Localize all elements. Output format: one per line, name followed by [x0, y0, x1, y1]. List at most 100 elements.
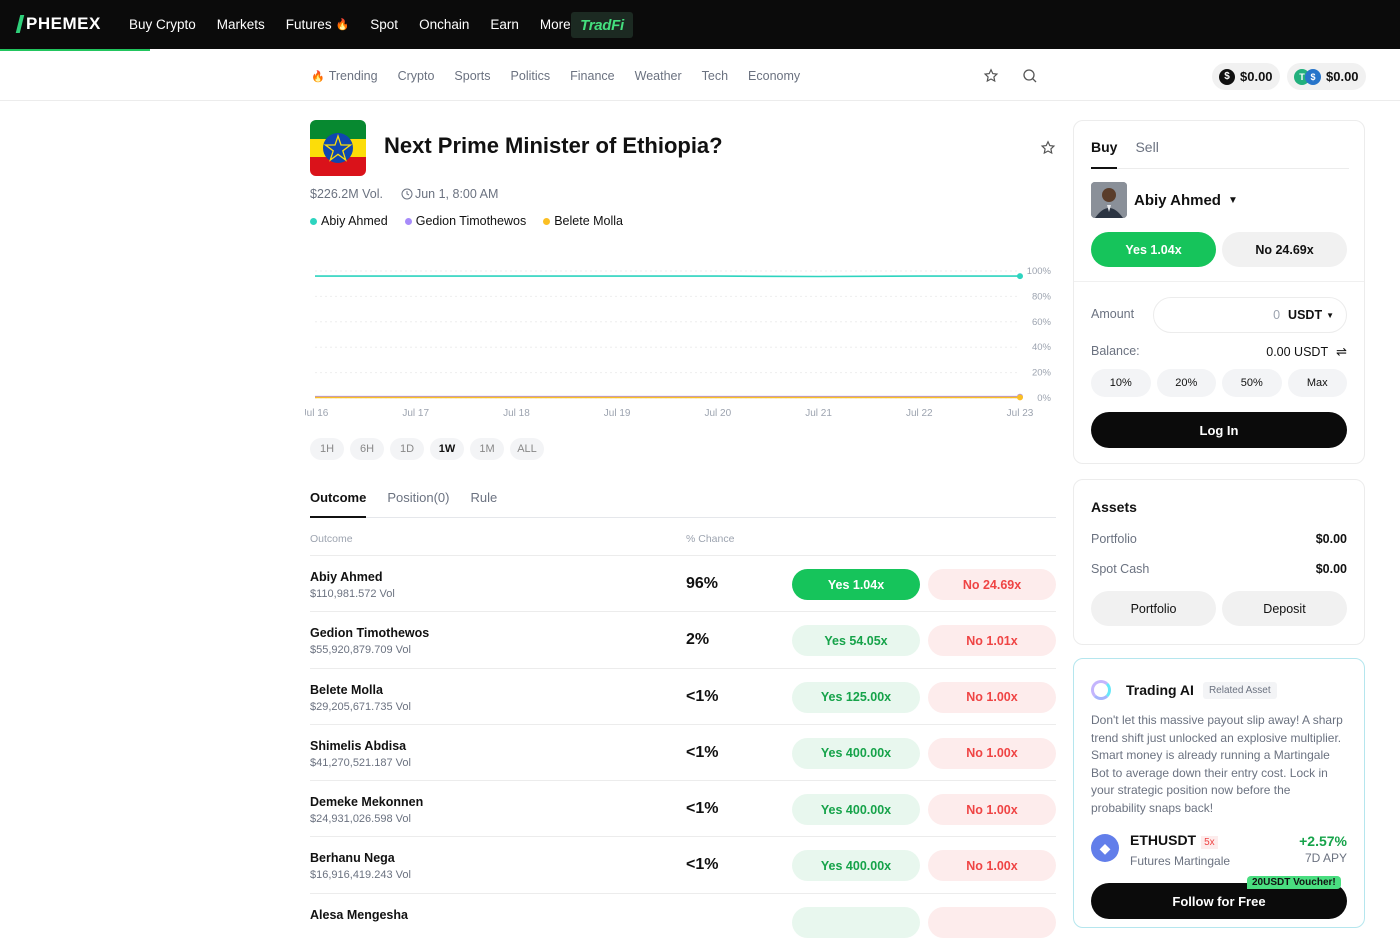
nav-more[interactable]: More [540, 17, 571, 32]
category-finance[interactable]: Finance [570, 69, 614, 83]
no-button[interactable]: No 24.69x [1222, 232, 1347, 267]
chart-legend: Abiy Ahmed Gedion Timothewos Belete Moll… [310, 214, 623, 228]
search-icon[interactable] [1022, 68, 1038, 84]
outcome-chance: <1% [686, 856, 718, 874]
tab-buy[interactable]: Buy [1091, 139, 1117, 169]
table-row[interactable]: Alesa Mengesha [310, 894, 1056, 950]
login-button[interactable]: Log In [1091, 412, 1347, 448]
nav-futures[interactable]: Futures 🔥 [286, 17, 349, 32]
nav-earn[interactable]: Earn [490, 17, 519, 32]
buy-yes-button[interactable]: Yes 125.00x [792, 682, 920, 713]
table-row[interactable]: Abiy Ahmed $110,981.572 Vol 96% Yes 1.04… [310, 556, 1056, 612]
buy-yes-button[interactable]: Yes 400.00x [792, 738, 920, 769]
tab-outcome[interactable]: Outcome [310, 490, 366, 518]
eth-asset-card[interactable]: ◆ ETHUSDT5x Futures Martingale [1091, 834, 1119, 862]
table-row[interactable]: Belete Molla $29,205,671.735 Vol <1% Yes… [310, 669, 1056, 725]
buy-no-button[interactable]: No 1.00x [928, 738, 1056, 769]
leverage-badge: 5x [1201, 836, 1218, 849]
percent-20-button[interactable]: 20% [1157, 369, 1217, 397]
amount-input[interactable]: 0 USDT ▼ [1153, 297, 1347, 333]
buy-yes-button[interactable]: Yes 400.00x [792, 850, 920, 881]
table-row[interactable]: Gedion Timothewos $55,920,879.709 Vol 2%… [310, 612, 1056, 668]
table-row[interactable]: Shimelis Abdisa $41,270,521.187 Vol <1% … [310, 725, 1056, 781]
divider [1074, 281, 1364, 282]
tab-position[interactable]: Position(0) [387, 490, 449, 518]
range-1w[interactable]: 1W [430, 438, 464, 460]
tab-sell[interactable]: Sell [1135, 139, 1158, 169]
buy-no-button[interactable]: No 1.00x [928, 794, 1056, 825]
range-1d[interactable]: 1D [390, 438, 424, 460]
percent-max-button[interactable]: Max [1288, 369, 1348, 397]
category-economy[interactable]: Economy [748, 69, 800, 83]
favorite-star-icon[interactable] [1040, 140, 1056, 156]
category-weather[interactable]: Weather [635, 69, 682, 83]
fire-icon: 🔥 [311, 70, 325, 83]
legend-item: Abiy Ahmed [310, 214, 388, 228]
portfolio-button[interactable]: Portfolio [1091, 591, 1216, 626]
amount-unit-select[interactable]: USDT [1288, 308, 1322, 322]
deposit-button[interactable]: Deposit [1222, 591, 1347, 626]
nav-onchain[interactable]: Onchain [419, 17, 469, 32]
buy-yes-button[interactable]: Yes 1.04x [792, 569, 920, 600]
buy-no-button[interactable]: No 1.00x [928, 682, 1056, 713]
top-navbar: PHEMEX Buy Crypto Markets Futures🔥 Spot … [0, 0, 1400, 49]
buy-no-button[interactable]: No 1.01x [928, 625, 1056, 656]
tab-rule[interactable]: Rule [470, 490, 497, 518]
outcome-name: Abiy Ahmed [310, 570, 382, 584]
range-6h[interactable]: 6H [350, 438, 384, 460]
range-all[interactable]: ALL [510, 438, 544, 460]
time-range-selector: 1H 6H 1D 1W 1M ALL [310, 438, 544, 460]
category-sports[interactable]: Sports [454, 69, 490, 83]
y-tick-label: 20% [1032, 368, 1052, 379]
usd-balance-pill[interactable]: $$0.00 [1212, 63, 1280, 90]
assets-panel: Assets Portfolio$0.00 Spot Cash$0.00 Por… [1073, 479, 1365, 645]
balance-value: 0.00 USDT⇌ [1266, 344, 1347, 360]
range-1h[interactable]: 1H [310, 438, 344, 460]
candidate-name: Abiy Ahmed [1134, 192, 1221, 209]
buy-no-button[interactable]: No 1.00x [928, 850, 1056, 881]
y-tick-label: 40% [1032, 342, 1052, 353]
yes-button[interactable]: Yes 1.04x [1091, 232, 1216, 267]
table-row[interactable]: Demeke Mekonnen $24,931,026.598 Vol <1% … [310, 781, 1056, 837]
buy-yes-button[interactable]: Yes 400.00x [792, 794, 920, 825]
nav-spot[interactable]: Spot [370, 17, 398, 32]
category-bar: 🔥Trending Crypto Sports Politics Finance… [0, 51, 1400, 101]
category-crypto[interactable]: Crypto [398, 69, 435, 83]
percent-50-button[interactable]: 50% [1222, 369, 1282, 397]
candidate-selector[interactable]: Abiy Ahmed ▼ [1091, 182, 1238, 218]
outcome-table: Abiy Ahmed $110,981.572 Vol 96% Yes 1.04… [310, 556, 1056, 950]
category-politics[interactable]: Politics [511, 69, 551, 83]
y-tick-label: 60% [1032, 317, 1052, 328]
buy-no-button[interactable] [928, 907, 1056, 938]
outcome-table-header: Outcome % Chance [310, 532, 1056, 556]
buy-yes-button[interactable]: Yes 54.05x [792, 625, 920, 656]
range-1m[interactable]: 1M [470, 438, 504, 460]
y-tick-label: 80% [1032, 291, 1052, 302]
table-row[interactable]: Berhanu Nega $16,916,419.243 Vol <1% Yes… [310, 837, 1056, 893]
tradfi-badge[interactable]: TradFi [571, 12, 633, 38]
ai-description: Don't let this massive payout slip away!… [1091, 712, 1347, 818]
fire-icon: 🔥 [336, 18, 350, 31]
ai-ring-icon [1091, 680, 1111, 700]
category-tech[interactable]: Tech [702, 69, 728, 83]
transfer-icon[interactable]: ⇌ [1336, 344, 1347, 360]
probability-chart[interactable]: 100%80%60%40%20%0%Jul 16Jul 17Jul 18Jul … [305, 262, 1065, 422]
market-meta: $226.2M Vol. Jun 1, 8:00 AM [310, 187, 498, 201]
amount-label: Amount [1091, 307, 1134, 321]
nav-futures-label: Futures [286, 17, 332, 32]
percent-10-button[interactable]: 10% [1091, 369, 1151, 397]
buy-yes-button[interactable] [792, 907, 920, 938]
legend-label: Gedion Timothewos [416, 214, 526, 228]
nav-buy-crypto[interactable]: Buy Crypto [129, 17, 196, 32]
nav-markets[interactable]: Markets [217, 17, 265, 32]
category-trending[interactable]: 🔥Trending [311, 69, 378, 83]
x-tick-label: Jul 20 [705, 408, 732, 419]
phemex-logo[interactable]: PHEMEX [18, 14, 101, 34]
token-balance-pill[interactable]: T$$0.00 [1287, 63, 1366, 90]
ai-header: Trading AI Related Asset [1091, 680, 1277, 700]
outcome-name: Alesa Mengesha [310, 908, 408, 922]
star-icon[interactable] [983, 68, 999, 84]
market-end-date: Jun 1, 8:00 AM [401, 187, 498, 201]
outcome-chance: <1% [686, 744, 718, 762]
buy-no-button[interactable]: No 24.69x [928, 569, 1056, 600]
